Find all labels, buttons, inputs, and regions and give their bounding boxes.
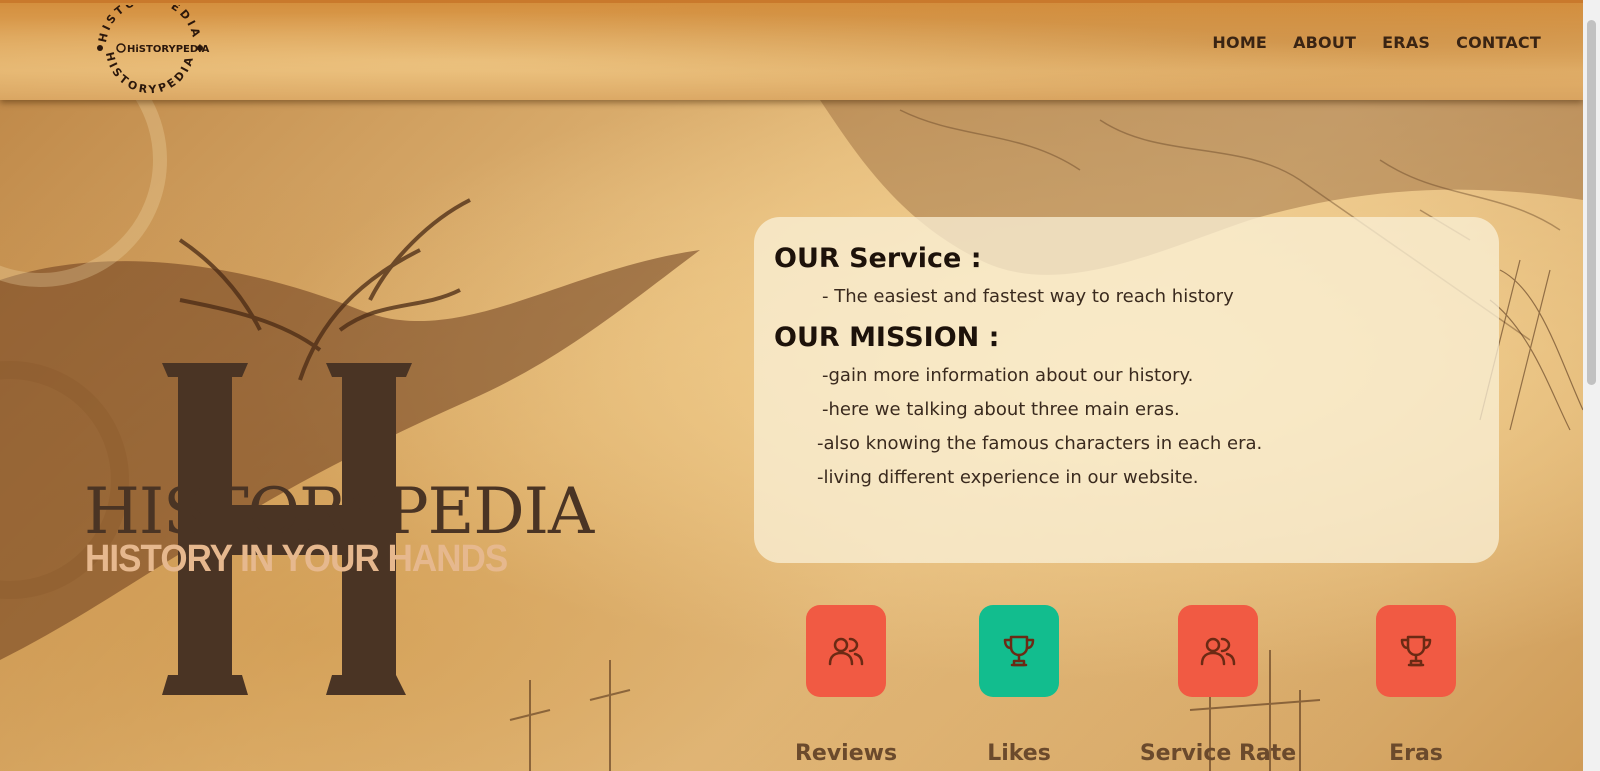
svg-text:HISTORYPEDIA: HISTORYPEDIA bbox=[103, 51, 197, 97]
stat-likes: Likes bbox=[939, 605, 1099, 766]
users-icon bbox=[828, 637, 864, 666]
historypedia-logo[interactable]: HISTORYPEDIA HISTORYPEDIA HiSTORYPEDiA bbox=[90, 5, 210, 101]
nav-contact-link[interactable]: CONTACT bbox=[1456, 33, 1541, 52]
svg-text:HISTORYPEDIA: HISTORYPEDIA bbox=[96, 5, 203, 44]
nav-eras-link[interactable]: ERAS bbox=[1382, 33, 1430, 52]
nav-about-link[interactable]: ABOUT bbox=[1293, 33, 1356, 52]
mission-heading: OUR MISSION : bbox=[774, 322, 1000, 353]
users-icon bbox=[1200, 637, 1236, 666]
trophy-icon bbox=[1003, 635, 1035, 667]
mission-item: -here we talking about three main eras. bbox=[822, 399, 1180, 420]
stat-icon-box[interactable] bbox=[1376, 605, 1456, 697]
stat-label: Reviews bbox=[794, 741, 898, 766]
stat-label: Service Rate bbox=[1139, 741, 1297, 766]
brand-tagline: HISTORY IN YOUR HANDS bbox=[85, 538, 508, 580]
stat-label: Eras bbox=[1389, 741, 1443, 766]
site-header: HISTORYPEDIA HISTORYPEDIA HiSTORYPEDiA H… bbox=[0, 0, 1583, 100]
stat-reviews: Reviews bbox=[766, 605, 926, 766]
service-heading: OUR Service : bbox=[774, 243, 982, 274]
logo-text: HiSTORYPEDiA bbox=[127, 44, 210, 55]
page-scrollbar[interactable] bbox=[1583, 0, 1600, 771]
nav-home-link[interactable]: HOME bbox=[1212, 33, 1267, 52]
stat-service-rate: Service Rate bbox=[1138, 605, 1298, 766]
service-text: - The easiest and fastest way to reach h… bbox=[822, 286, 1234, 307]
scrollbar-thumb[interactable] bbox=[1587, 20, 1596, 385]
mission-item: -also knowing the famous characters in e… bbox=[817, 433, 1263, 454]
info-card: OUR Service : - The easiest and fastest … bbox=[754, 217, 1499, 563]
stat-label: Likes bbox=[987, 741, 1051, 766]
trophy-icon bbox=[1400, 635, 1432, 667]
stat-icon-box[interactable] bbox=[806, 605, 886, 697]
mission-item: -gain more information about our history… bbox=[822, 365, 1194, 386]
stat-eras: Eras bbox=[1336, 605, 1496, 766]
stat-icon-box[interactable] bbox=[1178, 605, 1258, 697]
stat-icon-box[interactable] bbox=[979, 605, 1059, 697]
brand-name: HISTORYPEDIA bbox=[84, 475, 594, 549]
main-nav: HOME ABOUT ERAS CONTACT bbox=[1212, 33, 1541, 52]
hero-section: HISTORYPEDIA HISTORY IN YOUR HANDS OUR S… bbox=[0, 100, 1583, 771]
mission-item: -living different experience in our webs… bbox=[817, 467, 1199, 488]
